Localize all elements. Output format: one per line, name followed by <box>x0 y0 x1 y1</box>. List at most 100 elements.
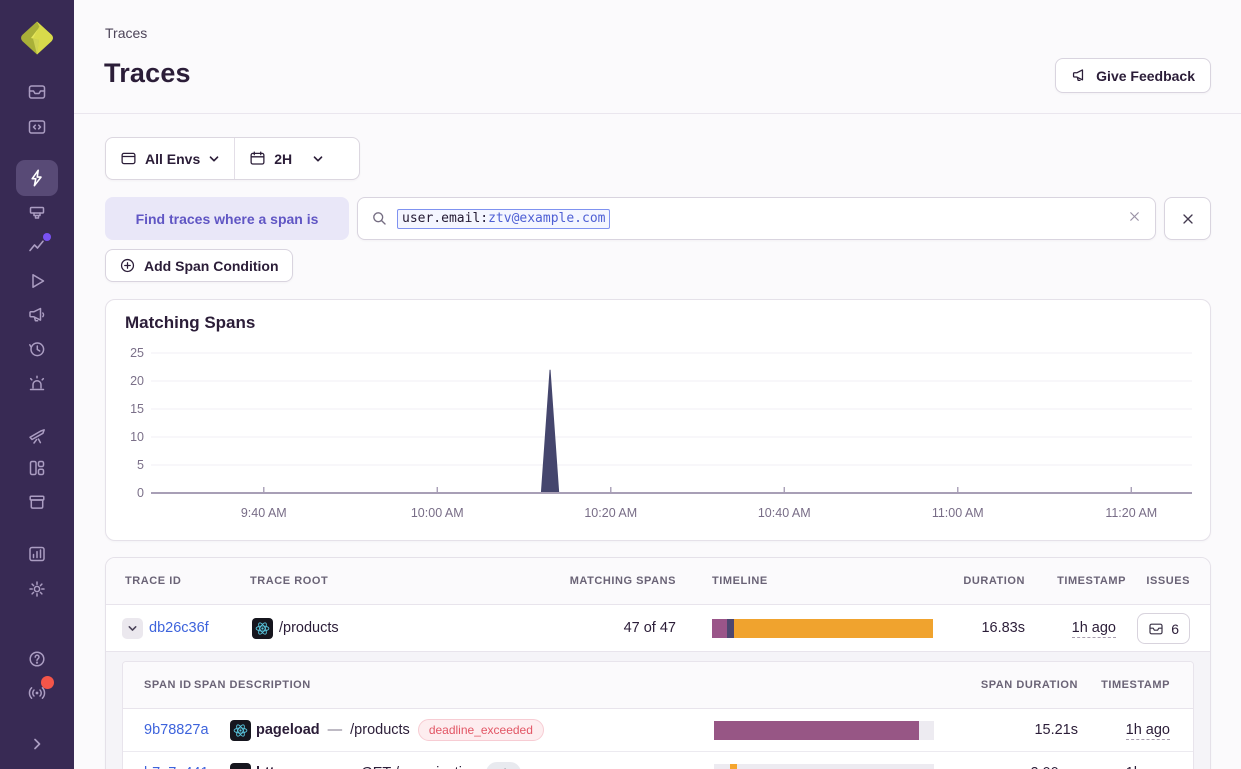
clear-search-button[interactable] <box>1127 209 1142 229</box>
traces-table-header: Trace ID Trace Root Matching Spans Timel… <box>106 558 1210 605</box>
span-duration: 15.21s <box>1034 722 1078 738</box>
spans-table-header: Span ID Span Description Span Duration T… <box>123 662 1193 709</box>
span-target: /products <box>350 722 410 738</box>
chart-title: Matching Spans <box>125 313 255 333</box>
chevron-right-icon <box>27 734 47 754</box>
help-icon <box>27 649 47 669</box>
sidebar-item-settings[interactable] <box>27 579 47 599</box>
trace-id-link[interactable]: db26c36f <box>149 620 209 636</box>
col-span-id: Span ID <box>144 679 192 691</box>
breadcrumb[interactable]: Traces <box>105 25 147 41</box>
span-id-link[interactable]: 9b78827a <box>144 722 209 738</box>
span-id-link[interactable]: b7a7e441 <box>144 765 209 769</box>
col-trace-root: Trace Root <box>250 575 328 587</box>
span-duration: 2.00ms <box>1030 765 1078 769</box>
sidebar-item-dashboards[interactable] <box>27 458 47 478</box>
col-timestamp: Timestamp <box>1057 575 1126 587</box>
megaphone-icon <box>27 305 47 325</box>
notification-dot-red <box>41 676 54 689</box>
col-timeline: Timeline <box>712 575 768 587</box>
trace-duration: 16.83s <box>981 620 1025 636</box>
layout-blocks-icon <box>27 458 47 478</box>
matching-spans-count: 47 of 47 <box>624 620 676 636</box>
react-platform-icon <box>230 720 251 741</box>
matching-spans-chart[interactable]: 05101520259:40 AM10:00 AM10:20 AM10:40 A… <box>106 340 1212 540</box>
play-icon <box>27 271 47 291</box>
col-span-duration: Span Duration <box>981 679 1078 691</box>
sidebar-item-insights[interactable] <box>27 202 47 222</box>
calendar-icon <box>249 150 266 167</box>
span-description: http.server — GET /organization ok <box>256 752 521 769</box>
span-condition-label: Find traces where a span is <box>105 197 349 240</box>
span-row: b7a7e441 {} http.server — GET /organizat… <box>123 752 1193 769</box>
svg-text:15: 15 <box>130 402 144 416</box>
trace-issues-button[interactable]: 6 <box>1137 613 1190 644</box>
svg-text:0: 0 <box>137 486 144 500</box>
sidebar-item-releases[interactable] <box>27 492 47 512</box>
lightning-icon <box>27 168 47 188</box>
app-logo[interactable] <box>17 18 57 58</box>
search-token[interactable]: user.email:ztv@example.com <box>397 209 610 229</box>
expand-trace-button[interactable] <box>122 618 143 639</box>
trace-row: db26c36f /products 47 of 47 16.83s 1h ag… <box>106 605 1210 652</box>
sidebar-collapse-toggle[interactable] <box>27 734 47 754</box>
sidebar-item-discover[interactable] <box>27 425 47 445</box>
page-title: Traces <box>104 58 191 89</box>
add-span-condition-label: Add Span Condition <box>144 258 279 274</box>
add-span-condition-button[interactable]: Add Span Condition <box>105 249 293 282</box>
clear-icon <box>1127 209 1142 224</box>
plus-circle-icon <box>119 257 136 274</box>
svg-text:11:00 AM: 11:00 AM <box>932 506 984 520</box>
span-operation: pageload <box>256 722 320 738</box>
span-description: pageload — /products deadline_exceeded <box>256 709 544 751</box>
give-feedback-button[interactable]: Give Feedback <box>1055 58 1211 93</box>
sidebar-item-replays[interactable] <box>27 271 47 291</box>
issues-icon <box>27 82 47 102</box>
close-icon <box>1180 211 1196 227</box>
traces-table: Trace ID Trace Root Matching Spans Timel… <box>105 557 1211 769</box>
page-filter-bar: All Envs 2H <box>105 137 360 180</box>
telescope-icon <box>27 425 47 445</box>
sidebar-item-alerts[interactable] <box>27 373 47 393</box>
col-trace-id: Trace ID <box>125 575 181 587</box>
svg-text:5: 5 <box>137 458 144 472</box>
sidebar-item-history[interactable] <box>27 339 47 359</box>
span-search-input[interactable]: user.email:ztv@example.com <box>357 197 1156 240</box>
environment-selector[interactable]: All Envs <box>106 138 234 179</box>
projector-icon <box>27 202 47 222</box>
col-duration: Duration <box>963 575 1025 587</box>
svg-text:9:40 AM: 9:40 AM <box>241 506 287 520</box>
sidebar-item-projects[interactable] <box>27 117 47 137</box>
svg-text:25: 25 <box>130 346 144 360</box>
issues-icon <box>1148 621 1164 637</box>
notification-dot-purple <box>43 233 51 241</box>
span-timestamp[interactable]: 1h ago <box>1126 722 1170 738</box>
col-span-description: Span Description <box>194 679 311 691</box>
chevron-down-icon <box>208 153 220 165</box>
sidebar-item-explore[interactable] <box>27 168 47 188</box>
header-divider <box>74 113 1241 114</box>
date-range-value: 2H <box>274 151 292 167</box>
remove-condition-button[interactable] <box>1164 197 1211 240</box>
date-range-selector[interactable]: 2H <box>235 138 338 179</box>
clock-history-icon <box>27 339 47 359</box>
svg-text:10:00 AM: 10:00 AM <box>411 506 464 520</box>
siren-icon <box>27 373 47 393</box>
span-timeline-bar[interactable] <box>714 721 934 740</box>
sidebar-item-help[interactable] <box>27 649 47 669</box>
spans-table: Span ID Span Description Span Duration T… <box>122 661 1194 769</box>
col-issues: Issues <box>1146 575 1190 587</box>
sidebar-item-announcements[interactable] <box>27 305 47 325</box>
span-status-badge: ok <box>486 762 521 769</box>
bar-chart-icon <box>27 544 47 564</box>
trace-timeline-bar[interactable] <box>712 619 933 638</box>
trace-timestamp[interactable]: 1h ago <box>1072 620 1116 636</box>
span-timestamp[interactable]: 1h ago <box>1126 765 1170 769</box>
code-platform-icon: {} <box>230 763 251 769</box>
sidebar-item-stats[interactable] <box>27 544 47 564</box>
chevron-down-icon <box>127 623 138 634</box>
token-key: user.email: <box>402 211 488 226</box>
sidebar-item-issues[interactable] <box>27 82 47 102</box>
svg-text:10:20 AM: 10:20 AM <box>584 506 637 520</box>
span-timeline-bar[interactable] <box>714 764 934 769</box>
